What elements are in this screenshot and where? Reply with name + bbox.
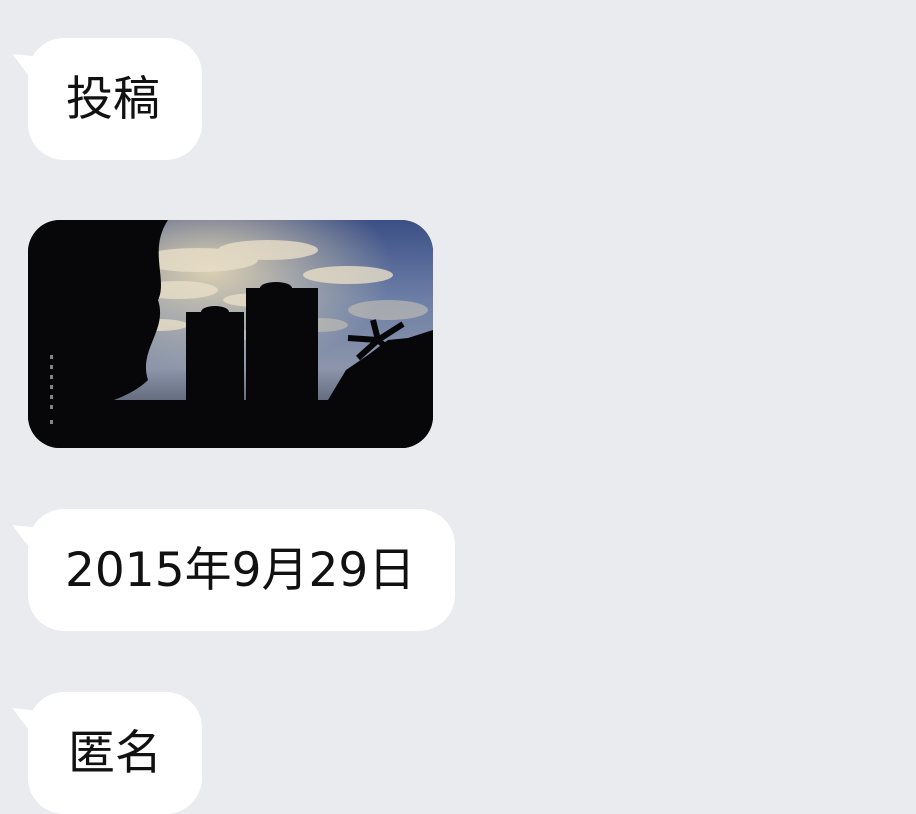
text-bubble[interactable]: 匿名 — [4, 692, 202, 814]
bubble-tail — [4, 41, 50, 85]
message-text: 2015年9月29日 — [65, 542, 416, 598]
bubble-tail — [4, 512, 50, 556]
message-bubble[interactable]: 匿名 — [4, 692, 202, 814]
text-bubble[interactable]: 投稿 — [4, 38, 202, 160]
message-bubble[interactable]: 2015年9月29日 — [4, 509, 455, 631]
message-bubble[interactable]: 投稿 — [4, 38, 202, 160]
bubble-tail — [4, 695, 50, 739]
text-bubble[interactable]: 2015年9月29日 — [4, 509, 455, 631]
message-text: 匿名 — [68, 725, 162, 781]
city-skyline-photo — [28, 220, 433, 448]
message-text: 投稿 — [66, 71, 160, 127]
image-message[interactable] — [28, 220, 433, 448]
